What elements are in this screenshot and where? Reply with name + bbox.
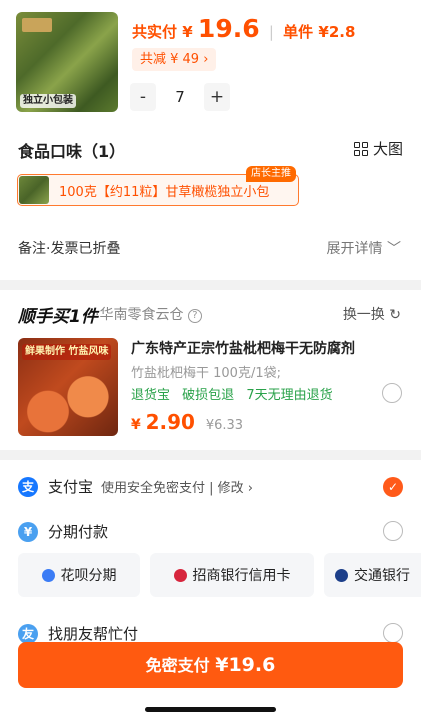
order-item-card: 独立小包装 共实付 ¥ 19.6 | 单件 ¥2.8 共减 ¥ 49 › - 7… [0,0,421,280]
expand-details-link[interactable]: 展开详情 ﹀ [327,238,401,258]
grid-icon [353,141,368,156]
total-label: 共实付 [132,23,178,41]
option-label: 招商银行信用卡 [192,568,291,584]
installment-radio[interactable] [383,521,403,541]
friend-pay-label: 找朋友帮忙付 [48,625,139,643]
friend-pay-option[interactable]: 友 找朋友帮忙付 [18,623,138,644]
flavor-thumbnail [19,176,49,204]
swap-button[interactable]: 换一换 ↻ [343,304,401,324]
big-view-toggle[interactable]: 大图 [353,138,403,159]
addon-price: ¥ 2.90 ¥6.33 [131,410,243,434]
option-label: 交通银行 [354,568,410,584]
quantity-value[interactable]: 7 [156,88,204,106]
addon-select-radio[interactable] [382,383,402,403]
option-label: 花呗分期 [60,568,117,584]
installment-option-cmb[interactable]: 招商银行信用卡 [150,553,314,597]
addon-product-spec: 竹盐枇杷梅干 100克/1袋; [131,366,281,381]
discount-badge[interactable]: 共减 ¥ 49 › [132,48,217,71]
home-indicator[interactable] [145,707,276,712]
bocom-icon [335,568,348,582]
service-tag: 退货宝 [131,388,171,403]
recommend-badge: 店长主推 [246,166,296,182]
installment-option-huabei[interactable]: 花呗分期 [18,553,140,597]
service-tags: 退货宝 破损包退 7天无理由退货 [131,384,341,403]
remark-invoice-label: 备注·发票已折叠 [18,241,121,257]
cmb-icon [173,568,187,582]
addon-card: 顺手买1件 ·华南零食云仓 ? 换一换 ↻ 鲜果制作 竹盐风味 广东特产正宗竹盐… [0,290,421,450]
addon-price-value: 2.90 [145,410,195,434]
warehouse-info: ·华南零食云仓 ? [95,304,202,324]
increment-button[interactable]: + [204,83,230,111]
currency-symbol: ¥ [131,417,141,433]
pay-button[interactable]: 免密支付 ¥19.6 [18,642,403,688]
total-price: 19.6 [197,14,260,43]
alipay-icon: 支 [18,476,38,497]
product-thumbnail[interactable]: 独立小包装 [16,12,118,112]
flavor-option-label: 100克【约11粒】甘草橄榄独立小包 [59,184,270,200]
quantity-stepper: - 7 + [130,83,230,111]
warehouse-label: ·华南零食云仓 [95,307,184,323]
brand-mark [22,18,52,32]
addon-product-name[interactable]: 广东特产正宗竹盐枇杷梅干无防腐剂 [131,338,355,358]
flavor-title: 食品口味（1） [18,142,126,161]
thumbnail-tag: 鲜果制作 竹盐风味 [22,344,112,360]
pay-button-amount: ¥19.6 [215,654,276,676]
friend-pay-icon: 友 [18,623,38,644]
currency-symbol: ¥ [182,23,193,41]
installment-option[interactable]: ¥ 分期付款 [18,521,108,542]
service-tag: 破损包退 [182,388,235,403]
installment-label: 分期付款 [48,523,109,541]
big-view-label: 大图 [372,140,403,158]
installment-option-bocom[interactable]: 交通银行 [324,553,421,597]
addon-original-price: ¥6.33 [205,418,244,433]
addon-brand: 顺手买1件 [18,307,98,327]
alipay-option[interactable]: 支 支付宝 使用安全免密支付 | 修改 › [18,476,253,497]
service-tag: 7天无理由退货 [246,388,333,403]
unit-label: 单件 [283,23,314,41]
pay-button-label: 免密支付 [145,656,210,675]
addon-thumbnail[interactable]: 鲜果制作 竹盐风味 [18,338,118,436]
price-summary: 共实付 ¥ 19.6 | 单件 ¥2.8 [132,14,355,43]
decrement-button[interactable]: - [130,83,156,111]
huabei-icon [41,568,55,582]
alipay-radio-checked[interactable]: ✓ [383,477,403,497]
alipay-label: 支付宝 [48,478,94,496]
divider: | [268,23,274,41]
friend-pay-radio[interactable] [383,623,403,643]
installment-icon: ¥ [18,521,38,542]
unit-price: ¥2.8 [318,23,356,41]
help-icon[interactable]: ? [187,309,202,323]
thumbnail-label: 独立小包装 [20,94,76,108]
alipay-modify-link[interactable]: 使用安全免密支付 | 修改 › [101,477,253,496]
